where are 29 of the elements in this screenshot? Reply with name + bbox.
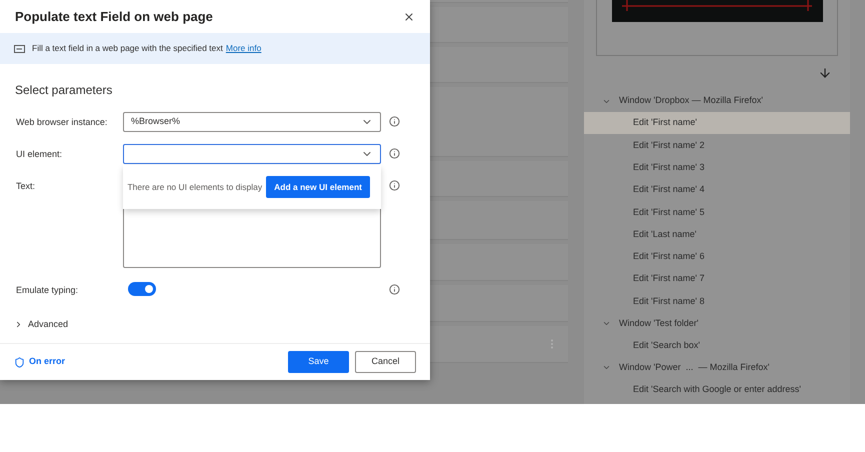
dropdown-field[interactable]: %Browser% xyxy=(123,112,381,132)
field-label: UI element: xyxy=(16,148,64,161)
add-ui-element-button[interactable]: Add a new UI element xyxy=(266,176,370,198)
info-icon[interactable] xyxy=(389,284,400,295)
info-icon[interactable] xyxy=(389,180,400,191)
tree-item[interactable]: Edit 'First name' xyxy=(584,112,850,134)
empty-message: There are no UI elements to display xyxy=(127,180,262,194)
cancel-button[interactable]: Cancel xyxy=(355,351,416,373)
dropdown-field[interactable] xyxy=(123,144,381,164)
advanced-toggle[interactable]: Advanced xyxy=(0,318,82,331)
on-error-button[interactable]: On error xyxy=(14,355,66,369)
toggle-switch[interactable] xyxy=(128,282,156,296)
field-label: Text: xyxy=(16,180,36,193)
field-label: Emulate typing: xyxy=(16,284,80,297)
shield-icon xyxy=(14,356,25,368)
tree-item[interactable]: Window 'Power ... — Mozilla Firefox' xyxy=(584,356,850,379)
dialog-title: Populate text Field on web page xyxy=(15,8,213,26)
text-field-icon xyxy=(14,44,25,52)
info-icon[interactable] xyxy=(389,148,400,159)
field-label: Web browser instance: xyxy=(16,116,108,129)
close-icon[interactable] xyxy=(403,10,415,22)
more-info-link[interactable]: More info xyxy=(226,42,262,55)
banner-text: Fill a text field in a web page with the specified text xyxy=(32,42,223,55)
chevron-right-icon xyxy=(14,320,23,329)
tree-item[interactable]: Window 'Dropbox — Mozilla Firefox' xyxy=(584,90,850,112)
info-icon[interactable] xyxy=(389,116,400,127)
save-button[interactable]: Save xyxy=(288,351,349,373)
section-title: Select parameters xyxy=(15,83,112,97)
tree-item[interactable]: Window 'Test folder' xyxy=(584,312,850,335)
